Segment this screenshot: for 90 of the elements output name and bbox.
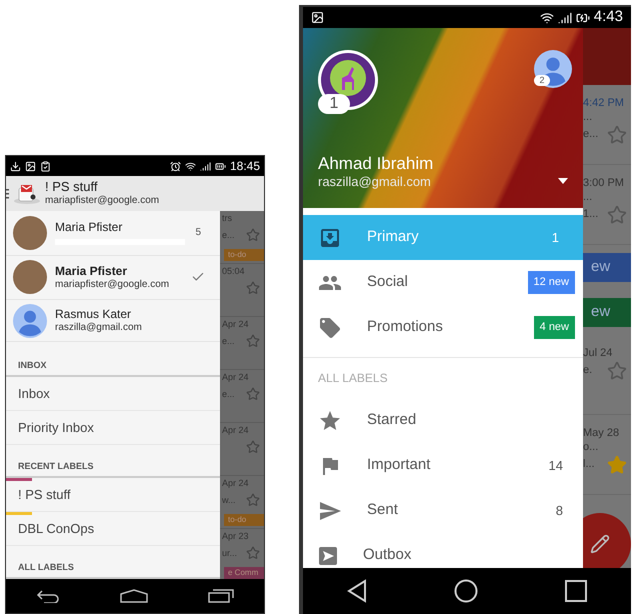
star-icon[interactable] [246,228,260,242]
recent-apps-icon[interactable] [565,580,588,602]
section-header: INBOX [18,358,47,372]
mail-snippet: e... [222,230,235,241]
section-header: ALL LABELS [18,560,74,574]
new-count-badge: 4 new [534,316,575,339]
avatar-photo [13,216,47,250]
label-item[interactable]: Sent 8 [303,488,583,533]
status-time: 18:45 [230,158,260,175]
new-count-badge: ew [583,253,631,282]
dropdown-caret-icon[interactable] [558,178,568,184]
account-row[interactable]: Maria Pfister mariapfister@google.com [6,256,220,300]
account-badge: 2 [534,75,550,86]
account-email: mariapfister@google.com [55,278,170,292]
avatar-photo [13,260,47,294]
label-item[interactable]: Important 14 [303,443,583,488]
label-tag: to-do [224,249,264,261]
mail-snippet: 1... [583,208,598,222]
menu-icon[interactable] [6,188,9,198]
mail-snippet: 05:04 [222,266,245,278]
account-name: Rasmus Kater [55,306,132,322]
home-icon[interactable] [120,589,148,603]
back-icon[interactable] [36,589,60,603]
label-item[interactable]: Outbox [303,533,583,578]
download-icon [10,160,21,172]
mail-snippet: w... [222,494,236,506]
account-badge: 1 [318,94,350,114]
wifi-icon [184,160,196,172]
mail-snippet: ... [583,110,592,124]
home-icon[interactable] [454,579,478,603]
mail-snippet: e... [222,336,235,347]
mail-snippet: e... [583,128,598,142]
mail-snippet: e. [583,364,592,378]
mail-snippet: l... [583,458,595,472]
pencil-icon [590,534,610,554]
account-name: Maria Pfister [55,264,128,279]
mail-snippet: Jul 24 [583,347,612,361]
mail-snippet: e... [222,388,235,400]
new-count-badge: ew [583,298,631,327]
mail-snippet: o... [583,440,598,454]
star-icon[interactable] [246,334,260,348]
unread-count: 5 [195,226,201,240]
tag-icon [318,316,342,340]
star-icon[interactable] [246,493,260,508]
star-icon[interactable] [607,454,627,474]
action-bar-subtitle: mariapfister@google.com [45,195,160,208]
wifi-icon [540,10,554,24]
avatar-silhouette [13,304,47,338]
star-icon[interactable] [246,281,260,296]
app-bar [583,28,631,85]
account-name: Ahmad Ibrahim [318,152,434,174]
label-count: 14 [548,456,563,475]
clipboard-icon [40,160,51,172]
battery-icon [214,160,226,172]
label-tag: to-do [224,514,264,526]
account-email: raszilla@gmail.com [55,322,143,334]
unread-count: 1 [552,228,559,247]
star-icon[interactable] [246,387,260,402]
account-email: raszilla@gmail.com [318,174,432,190]
star-icon[interactable] [246,546,260,560]
image-icon [25,160,36,172]
star-icon[interactable] [607,124,627,144]
account-row[interactable]: Maria Pfister 5 [6,211,220,256]
status-time: 4:43 [594,7,623,28]
star-icon [318,408,342,432]
label-item[interactable]: Starred [303,398,583,443]
outbox-icon [318,546,338,566]
mail-snippet: 4:42 PM [583,97,624,111]
star-icon[interactable] [607,204,627,224]
image-icon [311,11,324,24]
star-icon[interactable] [607,360,627,381]
label-tag: e Comm [224,567,264,579]
mail-snippet: 3:00 PM [583,177,624,191]
label-count: 8 [556,502,563,520]
account-name: Maria Pfister [55,220,124,236]
mail-snippet: Apr 23 [222,531,249,542]
mail-logo-icon[interactable] [13,182,41,204]
section-header: ALL LABELS [318,370,388,387]
new-count-badge: 12 new [528,271,575,294]
mail-snippet: trs [222,213,232,224]
mail-snippet: ... [583,190,592,204]
back-icon[interactable] [346,579,367,603]
recent-apps-icon[interactable] [208,589,234,603]
mail-snippet: May 28 [583,427,620,441]
action-bar-title: ! PS stuff [45,179,99,196]
account-row[interactable]: Rasmus Kater raszilla@gmail.com [6,300,220,342]
star-icon[interactable] [246,440,260,454]
section-header: RECENT LABELS [18,460,94,473]
alarm-icon [170,160,181,172]
signal-icon [558,10,572,24]
